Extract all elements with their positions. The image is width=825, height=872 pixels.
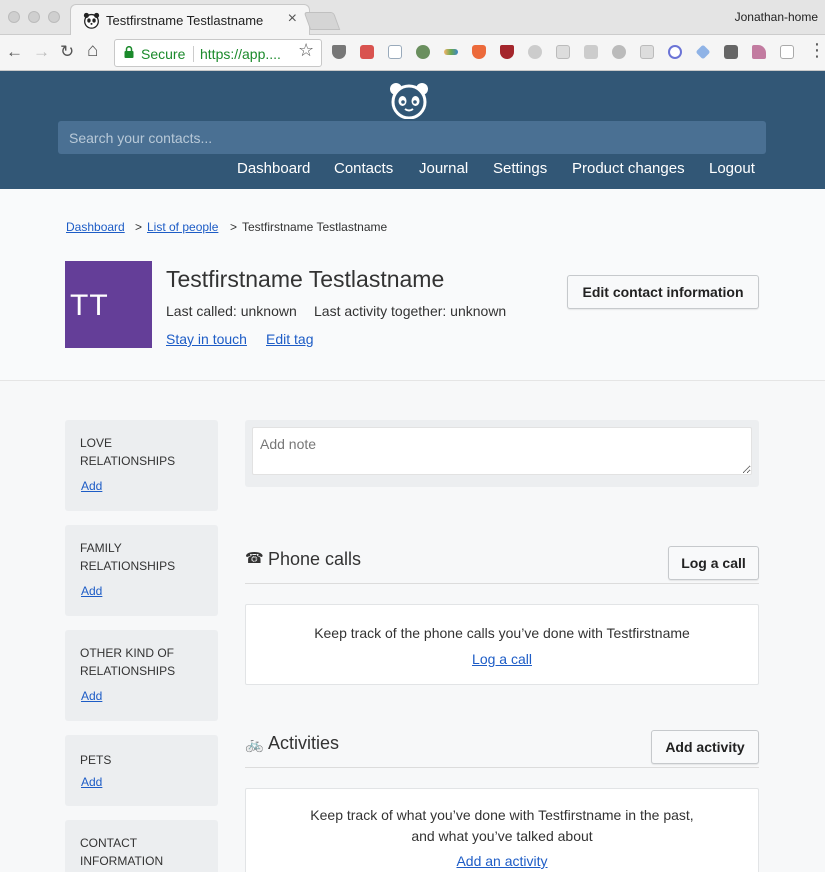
edit-tag-link[interactable]: Edit tag (266, 331, 313, 347)
chat-extension-icon[interactable] (640, 45, 654, 59)
browser-tab-bar: Testfirstname Testlastname × Jonathan-ho… (0, 0, 825, 36)
other-relationships-panel: Other kind of relationships Add (65, 630, 218, 721)
tab-close-icon[interactable]: × (288, 10, 297, 28)
activities-heading: Activities (268, 733, 340, 753)
browser-tab[interactable]: Testfirstname Testlastname × (70, 4, 310, 36)
secure-label: Secure (141, 46, 186, 62)
nav-contacts[interactable]: Contacts (334, 160, 393, 177)
todoist-extension-icon[interactable] (360, 45, 374, 59)
panda-logo-icon[interactable] (389, 81, 429, 119)
avatar: TT (65, 261, 152, 348)
pocket-extension-icon[interactable] (332, 45, 346, 59)
url-text[interactable]: https://app.... (200, 46, 281, 62)
browser-menu-icon[interactable]: ⋮ (808, 40, 825, 61)
grammarly-extension-icon[interactable] (724, 45, 738, 59)
pets-panel: Pets Add (65, 735, 218, 806)
target-extension-icon[interactable] (668, 45, 682, 59)
activities-empty-text: Keep track of what you’ve done with Test… (310, 807, 694, 844)
panel-title: Love relationships (80, 436, 176, 468)
panda-favicon-icon (83, 12, 100, 29)
grid-extension-icon[interactable] (556, 45, 570, 59)
contact-header: Dashboard > List of people > Testfirstna… (0, 189, 825, 381)
window-minimize-button[interactable] (28, 11, 40, 23)
edit-contact-button[interactable]: Edit contact information (567, 275, 759, 309)
nav-product-changes[interactable]: Product changes (572, 160, 685, 177)
panel-title: Family relationships (80, 541, 176, 573)
activities-empty-card: Keep track of what you’ve done with Test… (245, 788, 759, 872)
panel-title: Contact information (80, 836, 164, 868)
nav-journal[interactable]: Journal (419, 160, 468, 177)
log-call-link[interactable]: Log a call (472, 651, 532, 667)
log-call-button[interactable]: Log a call (668, 546, 759, 580)
ublock-extension-icon[interactable] (500, 45, 514, 59)
notes-panel (245, 420, 759, 487)
panel-title: Other kind of relationships (80, 646, 176, 678)
add-pet-link[interactable]: Add (81, 775, 102, 789)
page-extension-icon[interactable] (780, 45, 794, 59)
contacts-search-input[interactable] (58, 121, 766, 154)
rainbow-extension-icon[interactable] (444, 49, 458, 55)
bicycle-icon: 🚲 (245, 736, 264, 753)
breadcrumb-current: Testfirstname Testlastname (242, 220, 388, 234)
gray-circle-extension-icon[interactable] (528, 45, 542, 59)
back-icon[interactable]: ← (6, 42, 23, 62)
brave-extension-icon[interactable] (472, 45, 486, 59)
contact-information-panel: Contact information (65, 820, 218, 872)
phone-calls-heading: Phone calls (268, 549, 362, 569)
phone-calls-empty-text: Keep track of the phone calls you’ve don… (314, 625, 690, 641)
telephone-icon: ☎ (245, 550, 264, 567)
reload-icon[interactable]: ↻ (60, 42, 74, 62)
nav-dashboard[interactable]: Dashboard (237, 160, 310, 177)
app-header: Dashboard Contacts Journal Settings Prod… (0, 71, 825, 189)
lock-icon (124, 46, 134, 58)
window-close-button[interactable] (8, 11, 20, 23)
add-love-relationship-link[interactable]: Add (81, 479, 102, 493)
window-zoom-button[interactable] (48, 11, 60, 23)
browser-profile-name[interactable]: Jonathan-home (735, 10, 818, 24)
last-called-text: Last called: unknown (166, 303, 297, 319)
forward-icon[interactable]: → (33, 42, 50, 62)
address-divider (193, 46, 194, 62)
add-activity-link[interactable]: Add an activity (456, 853, 547, 869)
breadcrumb-list-of-people[interactable]: List of people (147, 220, 218, 234)
page-title: Testfirstname Testlastname (166, 266, 445, 292)
panel-title: Pets (80, 753, 112, 767)
home-icon[interactable]: ⌂ (87, 40, 98, 62)
add-family-relationship-link[interactable]: Add (81, 584, 102, 598)
nav-settings[interactable]: Settings (493, 160, 547, 177)
add-activity-button[interactable]: Add activity (651, 730, 759, 764)
last-activity-text: Last activity together: unknown (314, 303, 507, 319)
avatar-initials: TT (70, 289, 109, 322)
bookmark-star-icon[interactable]: ☆ (298, 40, 314, 61)
address-bar[interactable]: Secure https://app.... (114, 39, 322, 67)
browser-toolbar: ← → ↻ ⌂ Secure https://app.... ☆ ⋮ (0, 35, 825, 71)
add-note-textarea[interactable] (252, 427, 752, 475)
dropbox-extension-icon[interactable] (695, 44, 711, 60)
new-tab-button[interactable] (303, 12, 341, 30)
nav-logout[interactable]: Logout (709, 160, 755, 177)
moon-extension-icon[interactable] (612, 45, 626, 59)
add-other-relationship-link[interactable]: Add (81, 689, 102, 703)
tab-title: Testfirstname Testlastname (106, 13, 264, 28)
document-extension-icon[interactable] (388, 45, 402, 59)
evernote-extension-icon[interactable] (416, 45, 430, 59)
section-divider (245, 767, 759, 768)
phone-calls-empty-card: Keep track of the phone calls you’ve don… (245, 604, 759, 685)
rss-extension-icon[interactable] (752, 45, 766, 59)
breadcrumb-separator: > (230, 220, 238, 234)
love-relationships-panel: Love relationships Add (65, 420, 218, 511)
video-extension-icon[interactable] (584, 45, 598, 59)
breadcrumb-dashboard[interactable]: Dashboard (66, 220, 125, 234)
breadcrumb-separator: > (135, 220, 143, 234)
section-divider (245, 583, 759, 584)
family-relationships-panel: Family relationships Add (65, 525, 218, 616)
stay-in-touch-link[interactable]: Stay in touch (166, 331, 247, 347)
